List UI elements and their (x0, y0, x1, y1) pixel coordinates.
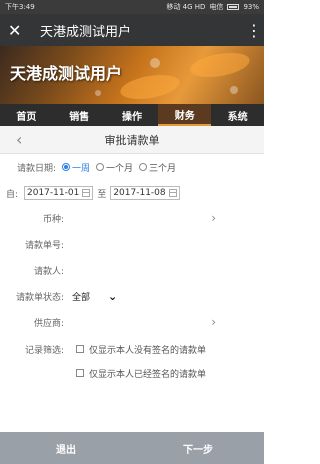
status-row: 请款单状态: 全部 ⌄ (0, 288, 264, 304)
chevron-right-icon[interactable]: › (211, 211, 216, 225)
close-icon[interactable]: ✕ (8, 21, 30, 40)
to-label: 至 (97, 189, 107, 200)
banner-title: 天港成测试用户 (10, 64, 123, 83)
chevron-down-icon[interactable]: ⌄ (108, 290, 117, 303)
chevron-right-icon[interactable]: › (211, 315, 216, 329)
filter-row-2: 仅显示本人已经签名的请款单 (0, 366, 264, 380)
currency-label: 币种: (42, 214, 64, 225)
banner: 天港成测试用户 (0, 46, 264, 104)
radio-one-month[interactable]: 一个月 (96, 161, 133, 174)
request-no-input[interactable] (70, 237, 250, 251)
app-title: 天港成测试用户 (40, 24, 132, 40)
page-title: 审批请款单 (104, 133, 160, 147)
app-bar: ✕ 天港成测试用户 ⋮ (0, 14, 264, 46)
date-range-fields-row: 自: 2017-11-01 至 2017-11-08 (0, 185, 264, 201)
requester-input[interactable] (70, 263, 250, 277)
status-select[interactable]: 全部 (72, 290, 90, 303)
from-date-field[interactable]: 2017-11-01 (24, 186, 94, 200)
banner-dew-decoration (230, 86, 238, 94)
supplier-row[interactable]: 供应商: › (0, 314, 264, 330)
status-time: 下午3:49 (5, 3, 35, 11)
banner-dew-decoration (150, 58, 160, 68)
status-bar: 下午3:49 移动 4G HD 电信 93% (0, 0, 264, 14)
filter-signed-label: 仅显示本人已经签名的请款单 (89, 369, 207, 380)
filter-unsigned-label: 仅显示本人没有签名的请款单 (89, 345, 207, 356)
date-range-row: 请款日期: 一周 一个月 三个月 (0, 160, 264, 174)
radio-circle-icon (139, 163, 148, 171)
back-icon[interactable]: ‹ (16, 130, 22, 149)
banner-dew-decoration (95, 90, 101, 96)
radio-circle-icon (96, 163, 105, 171)
to-date-value: 2017-11-08 (113, 188, 166, 198)
radio-three-months-label: 三个月 (149, 163, 177, 174)
from-date-value: 2017-11-01 (27, 188, 80, 198)
nav-item-home[interactable]: 首页 (0, 104, 53, 126)
currency-row[interactable]: 币种: › (0, 210, 264, 226)
next-button[interactable]: 下一步 (132, 432, 264, 464)
requester-label: 请款人: (33, 266, 64, 277)
filter-signed-checkbox[interactable] (76, 369, 84, 377)
calendar-icon[interactable] (82, 189, 91, 197)
page-header: ‹ 审批请款单 (0, 126, 264, 154)
more-options-icon[interactable]: ⋮ (246, 21, 262, 40)
radio-one-week[interactable]: 一周 (62, 161, 90, 174)
banner-leaf-decoration (118, 70, 182, 104)
nav-item-sales[interactable]: 销售 (53, 104, 106, 126)
main-nav: 首页 销售 操作 财务 系统 (0, 104, 264, 126)
filter-row-1: 记录筛选: 仅显示本人没有签名的请款单 (0, 342, 264, 356)
radio-circle-icon (62, 163, 70, 171)
battery-level: 93% (243, 3, 259, 11)
exit-button[interactable]: 退出 (0, 432, 132, 464)
nav-item-system[interactable]: 系统 (211, 104, 264, 126)
status-label: 请款单状态: (15, 292, 64, 303)
carrier-indicator: 电信 (209, 3, 224, 11)
requester-row: 请款人: (0, 262, 264, 278)
footer-actions: 退出 下一步 (0, 432, 264, 464)
date-label: 请款日期: (16, 163, 56, 174)
from-label: 自: (5, 189, 18, 200)
status-indicators: 移动 4G HD 电信 93% (166, 2, 259, 12)
nav-item-finance[interactable]: 财务 (158, 104, 212, 126)
filter-label: 记录筛选: (24, 345, 64, 356)
nav-item-operations[interactable]: 操作 (106, 104, 159, 126)
request-no-row: 请款单号: (0, 236, 264, 252)
network-indicator: 移动 4G HD (166, 3, 206, 11)
filter-unsigned-checkbox[interactable] (76, 345, 84, 353)
radio-one-week-label: 一周 (72, 163, 91, 174)
to-date-field[interactable]: 2017-11-08 (110, 186, 180, 200)
calendar-icon[interactable] (168, 189, 177, 197)
radio-one-month-label: 一个月 (106, 163, 134, 174)
banner-leaf-decoration (188, 48, 252, 82)
request-no-label: 请款单号: (24, 240, 64, 251)
supplier-label: 供应商: (33, 318, 64, 329)
radio-three-months[interactable]: 三个月 (139, 161, 176, 174)
battery-icon (227, 4, 240, 10)
